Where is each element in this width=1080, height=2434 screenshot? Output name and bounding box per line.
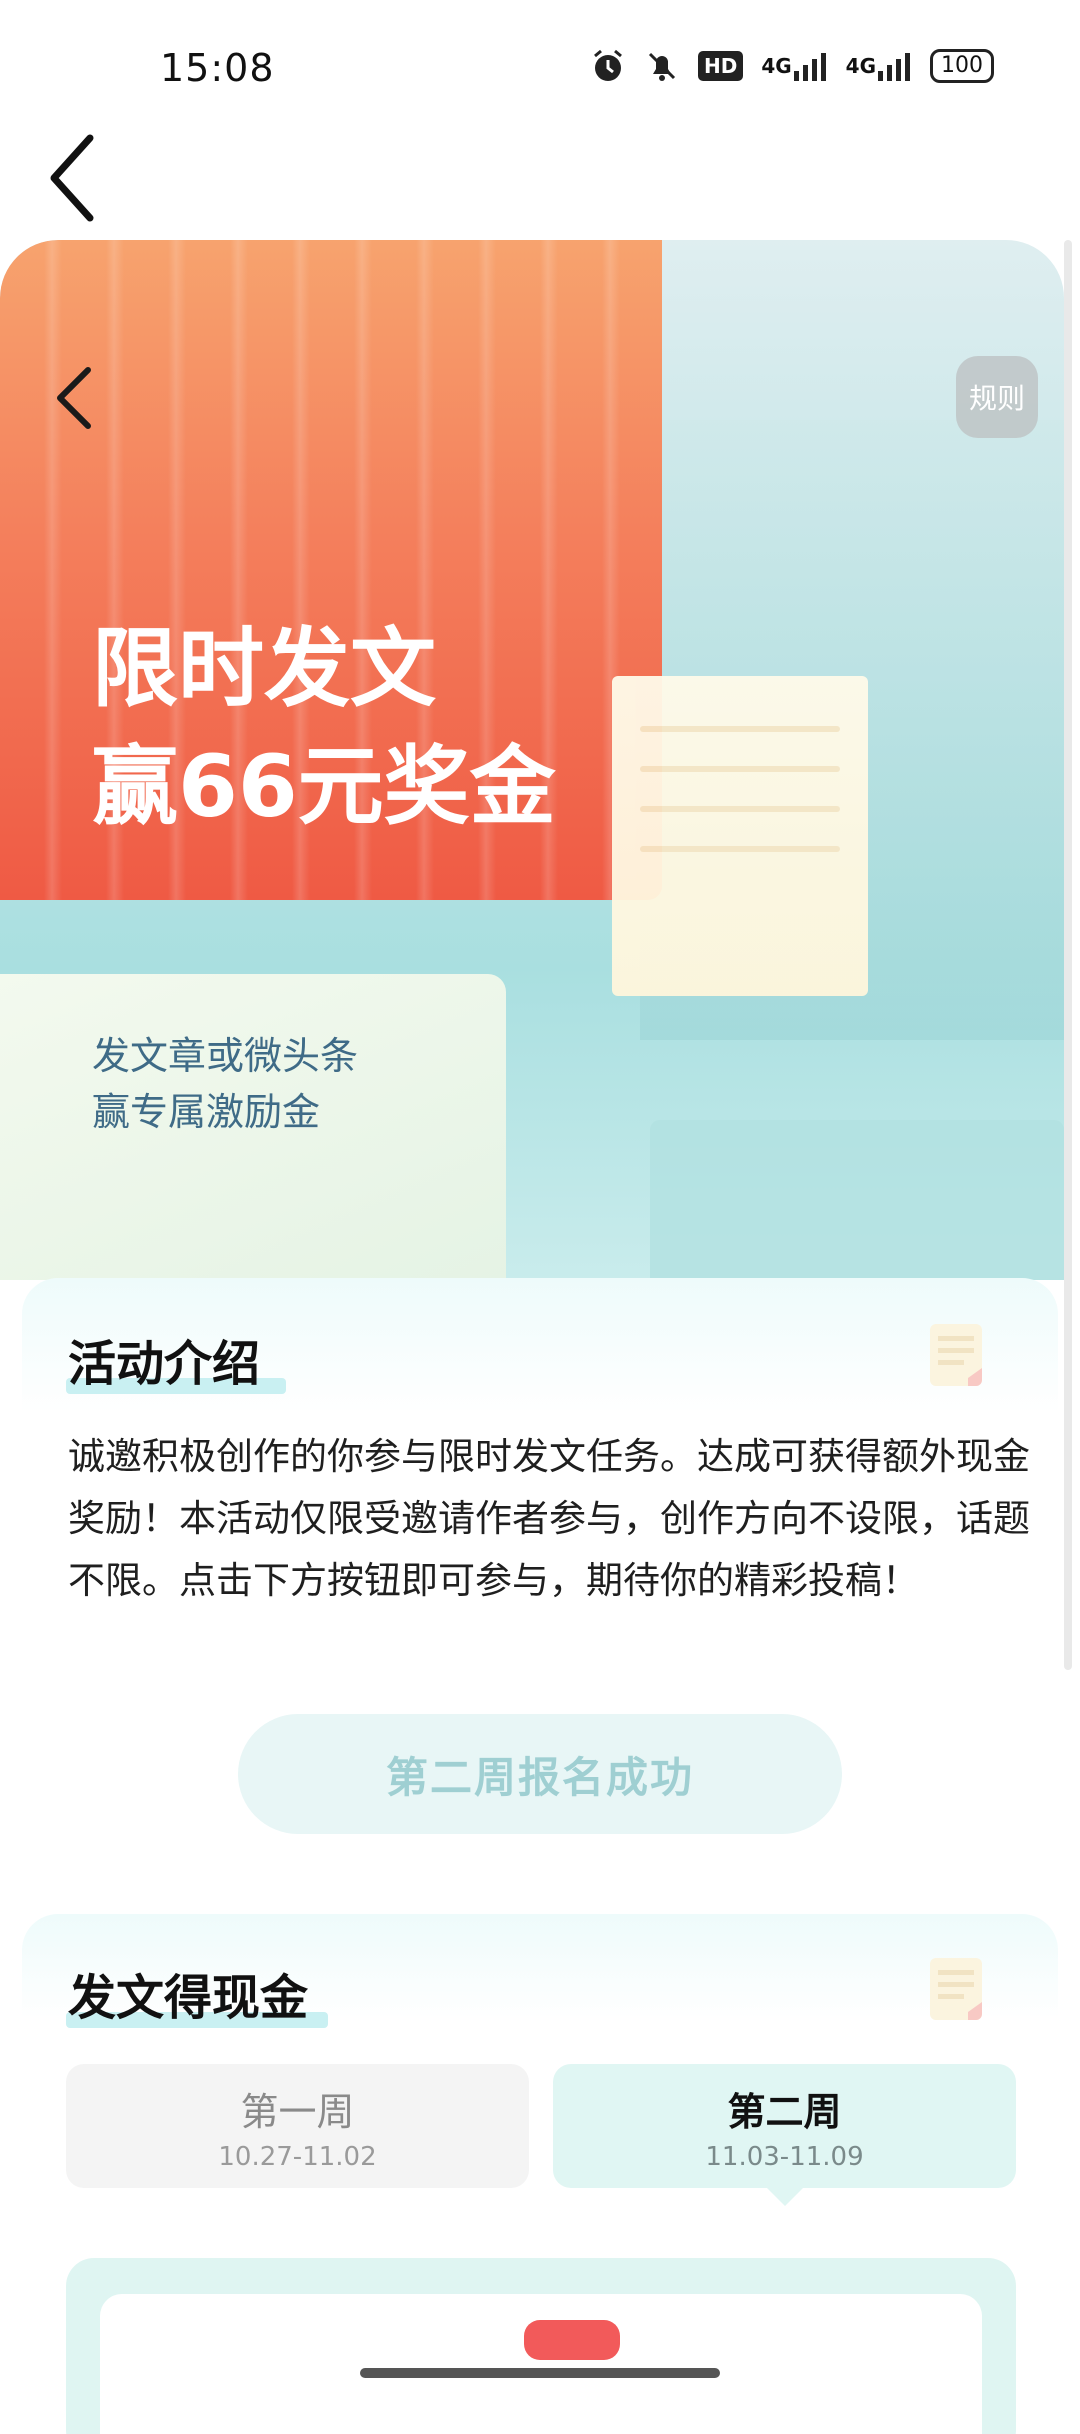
tab-week-2[interactable]: 第二周 11.03-11.09 (553, 2064, 1016, 2206)
banner-decoration (650, 1120, 1064, 1280)
signal-4g-icon-1: 4G (761, 46, 827, 86)
week-task-panel (66, 2258, 1016, 2434)
tab-week-1[interactable]: 第一周 10.27-11.02 (66, 2064, 529, 2188)
status-bar: 15:08 HD 4G 4G 100 (0, 0, 1080, 130)
tab-week-1-dates: 10.27-11.02 (218, 2141, 377, 2172)
banner-title-line1: 限时发文 (92, 619, 436, 719)
week-tabs: 第一周 10.27-11.02 第二周 11.03-11.09 (66, 2064, 1016, 2206)
inner-back-button[interactable] (48, 358, 104, 438)
banner-subtitle-line1: 发文章或微头条 (92, 1034, 359, 1078)
tab-pointer (766, 2188, 803, 2206)
task-badge (524, 2320, 620, 2360)
intro-description: 诚邀积极创作的你参与限时发文任务。达成可获得额外现金奖励！本活动仅限受邀请作者参… (68, 1435, 1030, 1602)
back-button[interactable] (40, 128, 110, 228)
status-time: 15:08 (160, 46, 275, 90)
activity-intro-card: 活动介绍 诚邀积极创作的你参与限时发文任务。达成可获得额外现金奖励！本活动仅限受… (22, 1278, 1058, 1892)
hero-banner: 限时发文 赢66元奖金 发文章或微头条 赢专属激励金 规则 (0, 240, 1064, 1280)
document-icon (930, 1958, 982, 2020)
mute-bell-icon (644, 46, 680, 86)
signal-label-1: 4G (761, 54, 792, 78)
banner-subtitle: 发文章或微头条 赢专属激励金 (92, 1028, 358, 1140)
status-icons: HD 4G 4G 100 (590, 46, 994, 86)
chevron-left-icon (57, 367, 91, 429)
post-for-cash-card: 发文得现金 第一周 10.27-11.02 第二周 11.03-11.09 (22, 1914, 1058, 2434)
chevron-left-icon (50, 134, 94, 222)
rules-button[interactable]: 规则 (956, 356, 1038, 438)
tab-week-2-label: 第二周 (727, 2089, 842, 2134)
scrollbar[interactable] (1064, 240, 1072, 1670)
intro-title: 活动介绍 (68, 1336, 261, 1392)
alarm-icon (590, 46, 626, 86)
signal-label-2: 4G (845, 54, 876, 78)
hd-icon: HD (697, 51, 744, 81)
document-icon (930, 1324, 982, 1386)
banner-title: 限时发文 赢66元奖金 (92, 610, 556, 846)
home-indicator[interactable] (360, 2368, 720, 2378)
paper-illustration (612, 676, 868, 996)
battery-icon: 100 (930, 49, 994, 83)
signal-4g-icon-2: 4G (846, 46, 912, 86)
banner-subtitle-line2: 赢专属激励金 (92, 1090, 321, 1134)
week-task-content (100, 2294, 982, 2434)
registration-status-button[interactable]: 第二周报名成功 (238, 1714, 842, 1834)
tab-week-1-label: 第一周 (240, 2089, 355, 2134)
banner-title-line2: 赢66元奖金 (92, 737, 556, 837)
tab-week-2-dates: 11.03-11.09 (705, 2141, 864, 2172)
cash-title: 发文得现金 (68, 1970, 309, 2026)
